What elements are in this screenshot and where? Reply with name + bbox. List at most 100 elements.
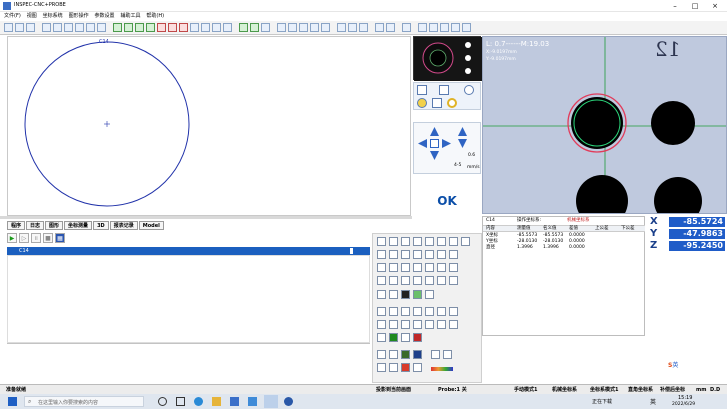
tab-report[interactable]: 报表记录 <box>109 221 138 230</box>
list-icon[interactable] <box>402 23 411 32</box>
light-ring-on-icon[interactable] <box>447 98 457 108</box>
intersect-icon[interactable] <box>239 23 248 32</box>
move-icon[interactable] <box>42 23 51 32</box>
curve-icon[interactable] <box>223 23 232 32</box>
pal-green2-icon[interactable] <box>389 333 398 342</box>
pal-dot-icon[interactable] <box>377 307 386 316</box>
pal-image-icon[interactable] <box>461 237 470 246</box>
pal-radius-icon[interactable] <box>449 320 458 329</box>
store-icon[interactable] <box>230 397 239 406</box>
pal-figure2-icon[interactable] <box>401 333 410 342</box>
ime-indicator[interactable]: S英 <box>668 360 724 370</box>
pal-sweep-icon[interactable] <box>425 320 434 329</box>
probe-icon[interactable] <box>440 23 449 32</box>
table-row[interactable]: 直径 1.3996 1.3996 0.0000 <box>483 245 646 251</box>
light-icon[interactable] <box>429 23 438 32</box>
pal-split-icon[interactable] <box>425 290 434 299</box>
step-icon[interactable]: ▷ <box>19 233 29 243</box>
keyway-icon[interactable] <box>201 23 210 32</box>
pal-gear-icon[interactable] <box>449 250 458 259</box>
pal-intersect-icon[interactable] <box>377 276 386 285</box>
pal-ellipse-icon[interactable] <box>413 263 422 272</box>
pal-edge-icon[interactable] <box>437 276 446 285</box>
construct-icon[interactable] <box>250 23 259 32</box>
edge-icon[interactable] <box>337 23 346 32</box>
grid-icon[interactable] <box>386 23 395 32</box>
circle-icon[interactable] <box>168 23 177 32</box>
tab-program[interactable]: 程序 <box>7 221 26 230</box>
ok-button[interactable]: OK <box>413 186 481 216</box>
program-list[interactable] <box>7 255 370 343</box>
close-button[interactable]: × <box>708 1 722 11</box>
camera-icon[interactable] <box>375 23 384 32</box>
pin-icon[interactable] <box>277 23 286 32</box>
task-view-icon[interactable] <box>158 397 167 406</box>
distance-icon[interactable] <box>135 23 144 32</box>
circle-fit-icon[interactable] <box>288 23 297 32</box>
pal-box-icon[interactable] <box>449 263 458 272</box>
pal-window-icon[interactable] <box>437 237 446 246</box>
tab-log[interactable]: 日志 <box>26 221 45 230</box>
pal-edges-icon[interactable] <box>437 307 446 316</box>
move-up-button[interactable] <box>430 127 439 136</box>
menu-params[interactable]: 参数设置 <box>95 12 115 21</box>
pal-arc2-icon[interactable] <box>389 263 398 272</box>
pal-polygon-icon[interactable] <box>437 263 446 272</box>
pal-zoom-icon[interactable] <box>449 237 458 246</box>
pal-user-icon[interactable] <box>401 363 410 372</box>
pal-slash-icon[interactable] <box>389 307 398 316</box>
menu-coord-system[interactable]: 坐标系统 <box>43 12 63 21</box>
light-coax-icon[interactable] <box>439 85 449 95</box>
pal-keyway-icon[interactable] <box>425 263 434 272</box>
file-explorer-icon[interactable] <box>212 397 221 406</box>
tray-date[interactable]: 2022/6/29 <box>672 402 695 407</box>
delete-icon[interactable] <box>97 23 106 32</box>
maximize-button[interactable]: □ <box>688 1 702 11</box>
move-down-button[interactable] <box>430 151 439 160</box>
pal-distance-icon[interactable] <box>401 276 410 285</box>
light-ring-icon[interactable] <box>417 85 427 95</box>
pal-link-icon[interactable] <box>425 307 434 316</box>
pal-offset-icon[interactable] <box>389 276 398 285</box>
tab-graphics[interactable]: 图形 <box>45 221 64 230</box>
slot-icon[interactable] <box>212 23 221 32</box>
menu-tools[interactable]: 辅助工具 <box>120 12 140 21</box>
mail-icon[interactable] <box>248 397 257 406</box>
task-multitask-icon[interactable] <box>176 397 185 406</box>
pal-arrows-icon[interactable] <box>377 320 386 329</box>
pal-expand-icon[interactable] <box>443 350 452 359</box>
pal-width-icon[interactable] <box>413 276 422 285</box>
pal-skew-icon[interactable] <box>389 320 398 329</box>
light-bottom-icon[interactable] <box>464 85 474 95</box>
save-icon[interactable] <box>26 23 35 32</box>
pal-slot-icon[interactable] <box>401 250 410 259</box>
pause-icon[interactable]: ॥ <box>31 233 41 243</box>
menu-help[interactable]: 帮助(H) <box>146 12 164 21</box>
app-icon-2[interactable] <box>284 397 293 406</box>
move-center-button[interactable] <box>430 139 439 148</box>
pal-frame-icon[interactable] <box>431 350 440 359</box>
settings-icon[interactable] <box>418 23 427 32</box>
program-grid-icon[interactable]: ▦ <box>55 233 65 243</box>
tray-time[interactable]: 15:19 <box>678 395 692 401</box>
edge-browser-icon[interactable] <box>194 397 203 406</box>
tangent-icon[interactable] <box>299 23 308 32</box>
tray-ime[interactable]: 英 <box>650 397 656 406</box>
z-down-button[interactable] <box>458 139 467 148</box>
pal-target-icon[interactable] <box>425 250 434 259</box>
menu-file[interactable]: 文件(F) <box>4 12 21 21</box>
menu-view[interactable]: 视图 <box>27 12 37 21</box>
light-on-icon[interactable] <box>417 98 427 108</box>
run-icon[interactable]: ▶ <box>7 233 17 243</box>
graphics-canvas[interactable]: C14 <box>7 36 411 216</box>
pal-export-icon[interactable] <box>413 350 422 359</box>
stop-icon[interactable]: ■ <box>43 233 53 243</box>
open-icon[interactable] <box>15 23 24 32</box>
output-box[interactable] <box>7 343 370 383</box>
refresh-icon[interactable] <box>86 23 95 32</box>
pal-fill-icon[interactable] <box>437 320 446 329</box>
pal-color-bar[interactable] <box>431 367 453 371</box>
pal-diameter-icon[interactable] <box>425 276 434 285</box>
pal-line-icon[interactable] <box>413 237 422 246</box>
windows-start-icon[interactable] <box>8 397 17 406</box>
